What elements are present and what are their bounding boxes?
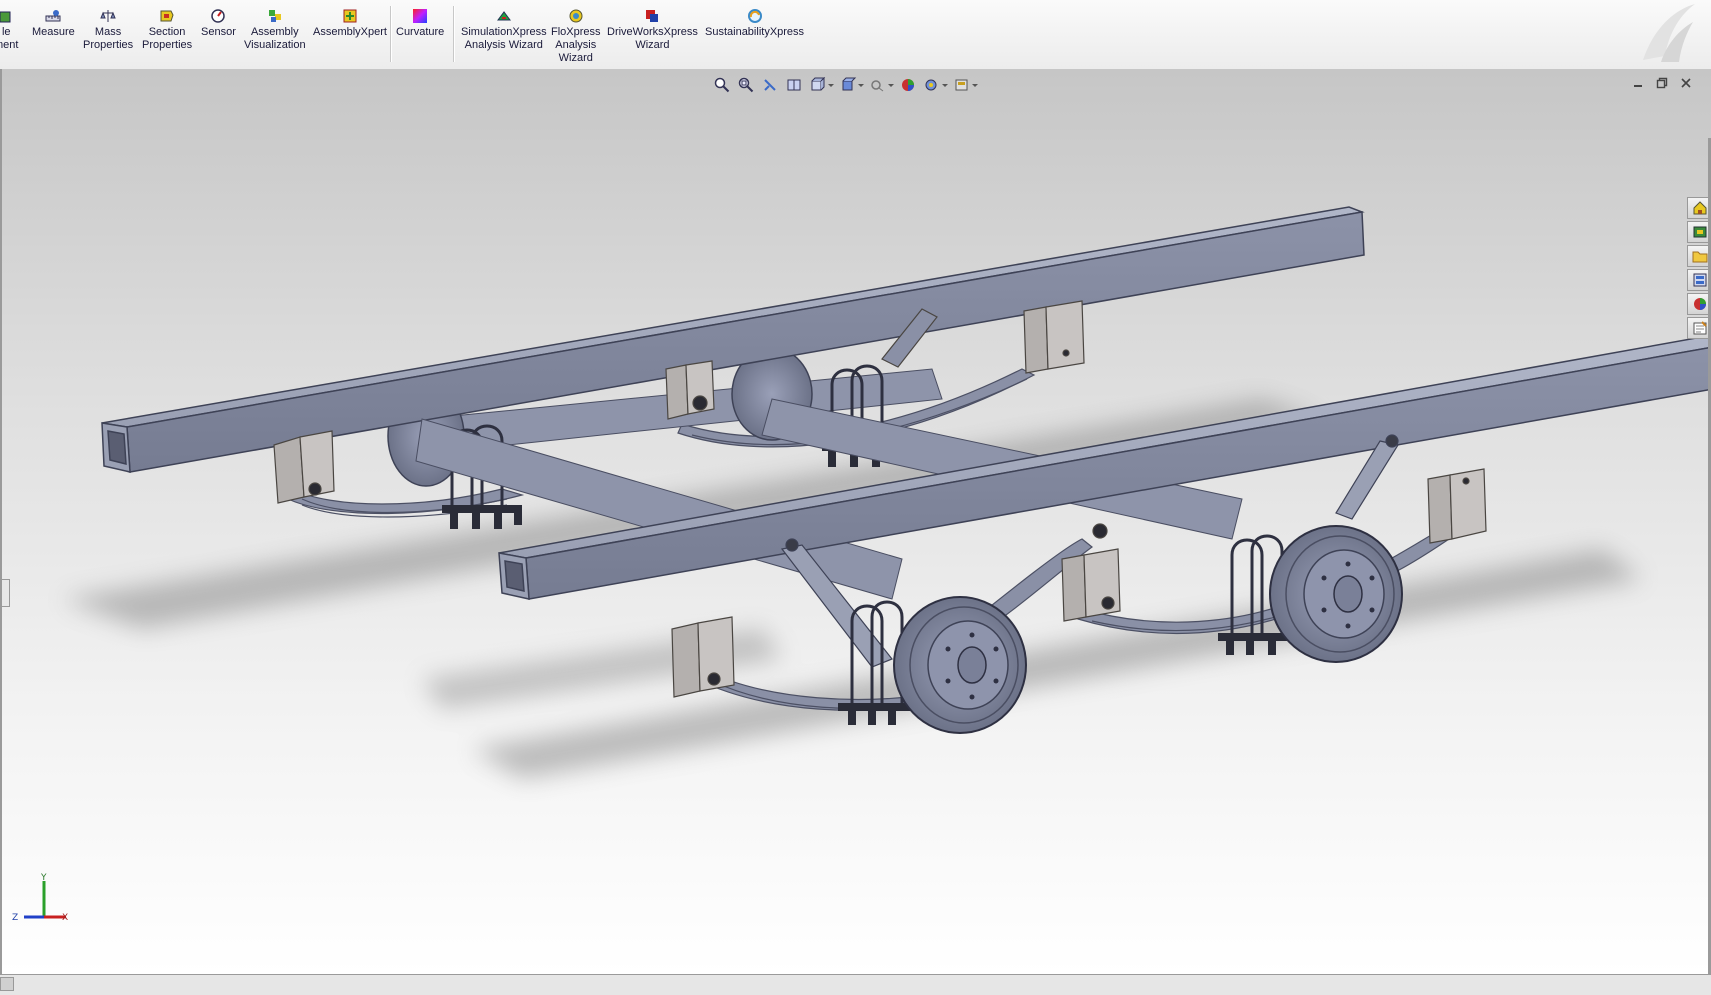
curvature-button[interactable]: Curvature: [396, 8, 444, 39]
section-properties-button[interactable]: Section Properties: [142, 8, 192, 52]
trailer-chassis-model: [62, 206, 1711, 779]
assembly-visualization-button[interactable]: Assembly Visualization: [244, 8, 306, 52]
sensor-label: Sensor: [201, 26, 236, 38]
mass-properties-label-2: Properties: [83, 39, 134, 51]
assemblyxpert-button[interactable]: AssemblyXpert: [313, 8, 387, 39]
floxpress-icon: [569, 9, 583, 23]
section-properties-label-2: Properties: [142, 39, 193, 51]
simulationxpress-icon: [496, 11, 511, 21]
partial-tool-icon: [0, 11, 11, 23]
scroll-left-button[interactable]: [0, 977, 14, 991]
section-properties-icon: [160, 10, 174, 22]
sustainabilityxpress-label: SustainabilityXpress: [705, 26, 805, 38]
command-manager-ribbon: le ment Measure Mass Properties Section …: [0, 0, 1711, 70]
sensor-button[interactable]: Sensor: [201, 8, 236, 39]
measure-label: Measure: [32, 26, 75, 38]
measure-button[interactable]: Measure: [32, 8, 75, 39]
partial-tool-button[interactable]: le ment: [0, 8, 18, 52]
curvature-icon: [413, 9, 428, 23]
triad-z-label: Z: [12, 913, 18, 923]
floxpress-label-2: Analysis: [555, 39, 597, 51]
mass-properties-icon: [100, 10, 116, 22]
section-properties-label-1: Section: [148, 26, 186, 38]
mass-properties-label-1: Mass: [94, 26, 122, 38]
sustainabilityxpress-icon: [747, 9, 762, 23]
custom-properties-icon: [1693, 321, 1707, 335]
assembly-visualization-icon: [268, 10, 281, 22]
driveworksxpress-button[interactable]: DriveWorksXpress Wizard: [607, 8, 698, 52]
driveworksxpress-label-1: DriveWorksXpress: [607, 26, 698, 38]
home-icon: [1693, 201, 1706, 215]
assembly-visualization-label-2: Visualization: [244, 39, 306, 51]
design-library-icon: [1693, 226, 1706, 238]
floxpress-label-1: FloXpress: [551, 26, 601, 38]
folder-icon: [1692, 251, 1707, 263]
assembly-visualization-label-1: Assembly: [250, 26, 299, 38]
view-palette-icon: [1693, 273, 1706, 287]
sensor-icon: [211, 9, 226, 23]
appearances-icon: [1693, 298, 1706, 310]
floxpress-button[interactable]: FloXpress Analysis Wizard: [551, 8, 601, 65]
simulationxpress-button[interactable]: SimulationXpress Analysis Wizard: [461, 8, 547, 52]
assemblyxpert-label: AssemblyXpert: [313, 26, 387, 38]
partial-tool-label-1: le: [1, 26, 11, 38]
simulationxpress-label-1: SimulationXpress: [461, 26, 547, 38]
graphics-area[interactable]: Y Z X: [0, 69, 1711, 974]
feature-manager-collapse-handle[interactable]: [2, 579, 10, 607]
mass-properties-button[interactable]: Mass Properties: [83, 8, 133, 52]
driveworksxpress-label-2: Wizard: [635, 39, 670, 51]
floxpress-label-3: Wizard: [558, 52, 593, 64]
brake-drum-right: [1269, 525, 1403, 663]
coordinate-triad: Y Z X: [12, 873, 68, 923]
measure-icon: [45, 10, 61, 22]
bottom-scrollbar[interactable]: [0, 974, 1711, 995]
triad-y-label: Y: [40, 873, 47, 883]
ribbon-separator: [453, 6, 455, 62]
triad-x-label: X: [62, 913, 68, 923]
ds-logo: [1643, 4, 1695, 62]
ribbon-separator: [390, 6, 392, 62]
curvature-label: Curvature: [396, 26, 445, 38]
partial-tool-label-2: ment: [0, 39, 19, 51]
assemblyxpert-icon: [343, 9, 357, 23]
sustainabilityxpress-button[interactable]: SustainabilityXpress: [705, 8, 804, 39]
simulationxpress-label-2: Analysis Wizard: [464, 39, 543, 51]
brake-drum-left: [893, 596, 1027, 734]
driveworksxpress-icon: [646, 10, 659, 22]
